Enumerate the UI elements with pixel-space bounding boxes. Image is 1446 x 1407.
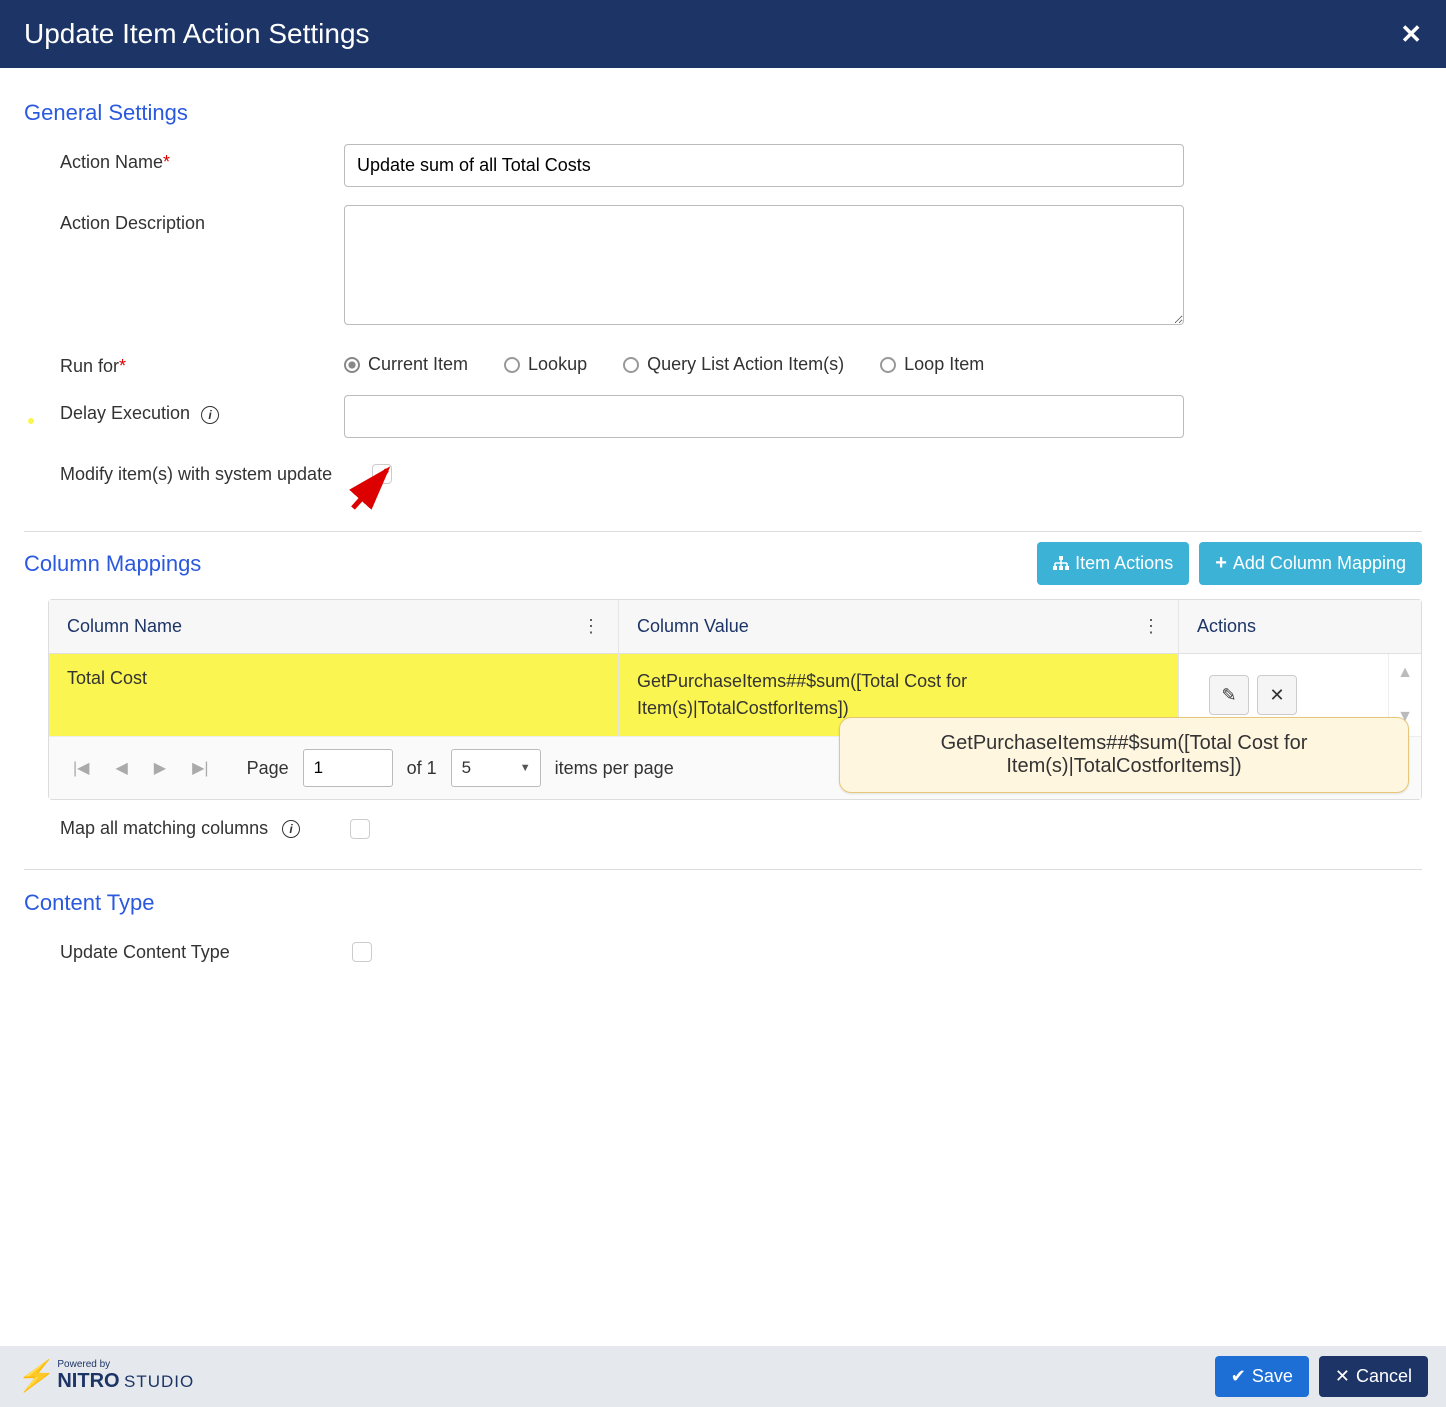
update-content-type-checkbox[interactable] (352, 942, 372, 962)
modify-checkbox[interactable] (372, 464, 392, 484)
per-page-select[interactable]: 5 (451, 749, 541, 787)
save-button[interactable]: ✔ Save (1215, 1356, 1309, 1397)
close-icon[interactable]: ✕ (1400, 19, 1422, 50)
column-value-tooltip: GetPurchaseItems##$sum([Total Cost for I… (839, 717, 1409, 793)
action-desc-label: Action Description (24, 205, 344, 234)
action-name-label: Action Name* (24, 144, 344, 173)
plus-icon: + (1215, 552, 1227, 575)
delay-input[interactable] (344, 395, 1184, 438)
page-first-icon[interactable]: |◀ (67, 758, 95, 778)
edit-button[interactable]: ✎ (1209, 675, 1249, 715)
content-type-title: Content Type (24, 890, 1422, 916)
check-icon: ✔ (1231, 1366, 1246, 1387)
per-page-text: items per page (555, 758, 674, 779)
col-header-name: Column Name (67, 616, 182, 637)
radio-icon (504, 357, 520, 373)
pager: |◀ ◀ ▶ ▶| Page of 1 5 items per page ms … (49, 736, 1421, 799)
page-label: Page (247, 758, 289, 779)
general-title: General Settings (24, 100, 1422, 126)
radio-icon (623, 357, 639, 373)
column-menu-icon[interactable]: ⋮ (1142, 616, 1160, 637)
col-header-value: Column Value (637, 616, 749, 637)
action-name-input[interactable] (344, 144, 1184, 187)
radio-icon (344, 357, 360, 373)
dialog-header: Update Item Action Settings ✕ (0, 0, 1446, 68)
logo-icon: ⚡ (15, 1359, 59, 1394)
nitro-logo: ⚡ Powered by NITRO STUDIO (18, 1359, 194, 1394)
map-all-checkbox[interactable] (350, 819, 370, 839)
column-menu-icon[interactable]: ⋮ (582, 616, 600, 637)
cancel-button[interactable]: ✕ Cancel (1319, 1356, 1428, 1397)
add-column-mapping-button[interactable]: + Add Column Mapping (1199, 542, 1422, 585)
page-next-icon[interactable]: ▶ (148, 758, 172, 778)
col-header-actions: Actions (1197, 616, 1256, 637)
dialog-title: Update Item Action Settings (24, 18, 370, 50)
column-mappings-section: Column Mappings Item Actions + Add Colum… (24, 542, 1422, 870)
item-actions-button[interactable]: Item Actions (1037, 542, 1189, 585)
modify-label: Modify item(s) with system update (24, 456, 364, 485)
run-for-radio-group: Current Item Lookup Query List Action It… (344, 348, 1184, 375)
radio-current-item[interactable]: Current Item (344, 354, 468, 375)
move-up-icon[interactable]: ▲ (1397, 664, 1413, 682)
radio-loop-item[interactable]: Loop Item (880, 354, 984, 375)
dialog-body: General Settings Action Name* Action Des… (0, 68, 1446, 1346)
content-type-section: Content Type Update Content Type (24, 880, 1422, 967)
radio-lookup[interactable]: Lookup (504, 354, 587, 375)
delay-label: Delay Execution i (24, 395, 344, 424)
general-section: General Settings Action Name* Action Des… (24, 100, 1422, 532)
info-icon[interactable]: i (201, 406, 219, 424)
info-icon[interactable]: i (282, 820, 300, 838)
close-icon: ✕ (1269, 685, 1284, 706)
update-content-type-label: Update Content Type (24, 934, 344, 963)
close-icon: ✕ (1335, 1366, 1350, 1387)
radio-query-list[interactable]: Query List Action Item(s) (623, 354, 844, 375)
page-last-icon[interactable]: ▶| (186, 758, 214, 778)
dialog-footer: ⚡ Powered by NITRO STUDIO ✔ Save ✕ Cance… (0, 1346, 1446, 1407)
page-number-input[interactable] (303, 749, 393, 787)
action-desc-input[interactable] (344, 205, 1184, 325)
run-for-label: Run for* (24, 348, 344, 377)
map-all-label: Map all matching columns (60, 818, 268, 839)
column-mappings-title: Column Mappings (24, 551, 201, 577)
delete-button[interactable]: ✕ (1257, 675, 1297, 715)
mappings-grid: Column Name ⋮ Column Value ⋮ Actions Total… (48, 599, 1422, 800)
page-of-text: of 1 (407, 758, 437, 779)
sitemap-icon (1053, 556, 1069, 572)
pencil-icon: ✎ (1221, 685, 1236, 706)
page-prev-icon[interactable]: ◀ (109, 758, 133, 778)
cell-column-name: Total Cost (49, 654, 619, 736)
annotation-dot (28, 418, 34, 424)
radio-icon (880, 357, 896, 373)
